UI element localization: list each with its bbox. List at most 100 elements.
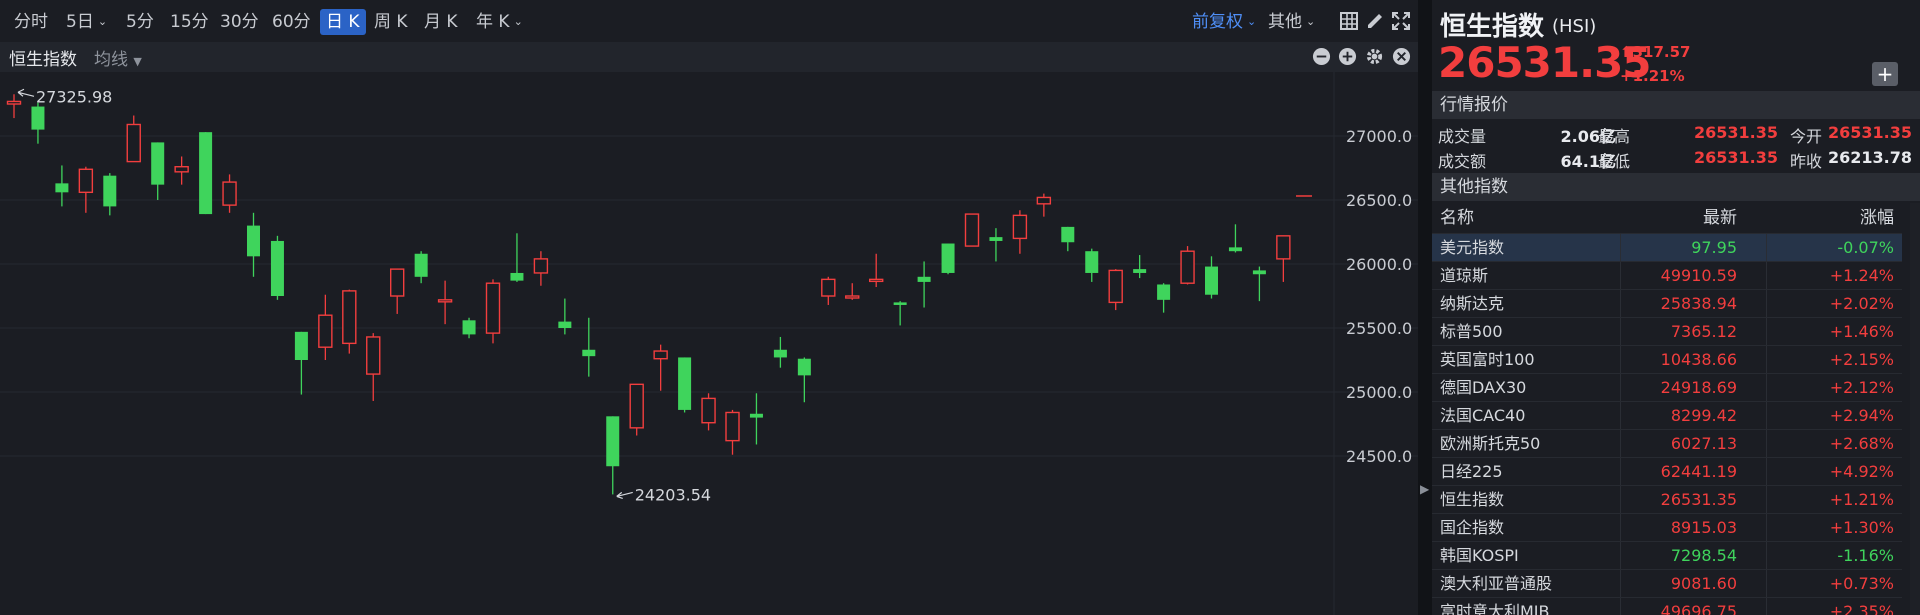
index-row[interactable]: 美元指数 97.95 -0.07% [1432, 233, 1902, 262]
candle [222, 174, 237, 213]
index-row[interactable]: 澳大利亚普通股 9081.60 +0.73% [1432, 569, 1902, 598]
index-row[interactable]: 日经225 62441.19 +4.92% [1432, 457, 1902, 486]
adjust-label: 前复权 [1192, 12, 1243, 32]
zoom-in-icon[interactable] [1338, 47, 1357, 66]
index-row[interactable]: 欧洲斯托克50 6027.13 +2.68% [1432, 429, 1902, 458]
index-name: 美元指数 [1440, 238, 1505, 257]
index-row[interactable]: 法国CAC40 8299.42 +2.94% [1432, 401, 1902, 430]
period-tab[interactable]: 15分 [164, 9, 215, 35]
candle [199, 132, 213, 215]
col-name-header[interactable]: 名称 [1440, 203, 1474, 233]
candle [989, 228, 1003, 262]
index-row[interactable]: 国企指数 8915.03 +1.30% [1432, 513, 1902, 542]
index-last: 97.95 [1691, 238, 1737, 257]
index-row[interactable]: 英国富时100 10438.66 +2.15% [1432, 345, 1902, 374]
zoom-out-icon[interactable] [1312, 47, 1331, 66]
ma-dropdown[interactable]: 均线 ▼ [94, 45, 142, 70]
candle-body [1036, 196, 1052, 205]
other-dropdown[interactable]: 其他 ⌄ [1262, 9, 1321, 35]
candle [318, 294, 333, 360]
index-name: 富时意大利MIB [1440, 602, 1550, 615]
candle-body [222, 181, 237, 206]
period-tab[interactable]: 5分 [120, 9, 160, 35]
candle [414, 251, 428, 284]
candle-body [1133, 269, 1147, 273]
column-divider [1620, 262, 1621, 290]
quote-panel: 恒生指数 (HSI) 26531.35 ⬆317.57 +1.21% + 行情报… [1432, 0, 1920, 615]
index-name: 法国CAC40 [1440, 406, 1526, 425]
col-last-header[interactable]: 最新 [1703, 203, 1737, 233]
candle-body [151, 142, 165, 185]
index-change-pct: -1.16% [1837, 546, 1894, 565]
index-row[interactable]: 纳斯达克 25838.94 +2.02% [1432, 289, 1902, 318]
candle [629, 383, 644, 436]
period-tab-label: 5日 [66, 12, 94, 32]
draw-icon[interactable] [1364, 10, 1386, 32]
index-row[interactable]: 标普500 7365.12 +1.46% [1432, 317, 1902, 346]
index-name: 日经225 [1440, 462, 1503, 481]
grid-icon[interactable] [1338, 10, 1360, 32]
candle [103, 173, 117, 216]
settings-icon[interactable] [1365, 47, 1384, 66]
close-icon[interactable] [1392, 47, 1411, 66]
column-divider [1620, 290, 1621, 318]
candle [1036, 193, 1052, 217]
col-pct-header[interactable]: 涨幅 [1860, 203, 1894, 233]
candle-body [126, 123, 141, 163]
index-row[interactable]: 道琼斯 49910.59 +1.24% [1432, 261, 1902, 290]
candle-body [366, 336, 381, 375]
index-row[interactable]: 德国DAX30 24918.69 +2.12% [1432, 373, 1902, 402]
candle [390, 268, 405, 314]
candle-body [1085, 251, 1099, 273]
panel-splitter[interactable]: ▶ [1418, 0, 1432, 615]
y-tick-label: 25000.0 [1346, 383, 1412, 402]
high-value: 26531.35 [1693, 123, 1778, 142]
other-label: 其他 [1268, 12, 1302, 32]
period-tab-label: 周 K [374, 12, 408, 32]
candle-body [629, 383, 644, 429]
candle-body [390, 268, 405, 297]
index-change-pct: +1.30% [1829, 518, 1894, 537]
candle-body [1157, 284, 1171, 300]
period-tab[interactable]: 月 K [418, 9, 464, 35]
candle-body [1205, 266, 1218, 295]
volume-label: 成交量 [1438, 127, 1487, 146]
adjust-dropdown[interactable]: 前复权 ⌄ [1186, 9, 1262, 35]
index-last: 49910.59 [1660, 266, 1737, 285]
period-tab[interactable]: 60分 [266, 9, 317, 35]
candle [510, 233, 524, 282]
period-tab[interactable]: 周 K [368, 9, 414, 35]
fullscreen-icon[interactable] [1390, 10, 1412, 32]
candle-body [1276, 235, 1291, 260]
index-row[interactable]: 恒生指数 26531.35 +1.21% [1432, 485, 1902, 514]
candle-body [318, 314, 333, 348]
scrollbar[interactable] [1910, 203, 1920, 615]
candle-body [247, 225, 260, 257]
candle-body [510, 272, 524, 281]
candle-body [31, 106, 45, 130]
add-watchlist-button[interactable]: + [1872, 62, 1898, 86]
period-tab[interactable]: 日 K [320, 9, 366, 35]
candle-body [414, 253, 428, 277]
column-divider [1766, 542, 1767, 570]
period-tab[interactable]: 年 K ⌄ [470, 9, 529, 35]
index-rows: 美元指数 97.95 -0.07% 道琼斯 49910.59 +1.24% 纳斯达克 2583… [1432, 233, 1902, 615]
low-label: 最低 [1598, 152, 1631, 171]
column-divider [1766, 570, 1767, 598]
index-row[interactable]: 韩国KOSPI 7298.54 -1.16% [1432, 541, 1902, 570]
candle-body [78, 168, 94, 194]
candle [1108, 269, 1123, 311]
index-last: 8915.03 [1670, 518, 1737, 537]
candle [294, 331, 308, 395]
candle [437, 280, 453, 325]
index-row[interactable]: 富时意大利MIB 49696.75 +2.35% [1432, 597, 1902, 615]
candle [366, 333, 381, 401]
period-tab[interactable]: 5日 ⌄ [60, 9, 113, 35]
candle-body [103, 175, 117, 207]
period-tab[interactable]: 分时 [8, 9, 54, 35]
period-tab-label: 日 K [326, 12, 360, 32]
period-tab[interactable]: 30分 [214, 9, 265, 35]
kline-chart[interactable]: 27000.0 26500.0 26000.0 25500.0 25000.0 24500… [0, 72, 1418, 615]
candle [6, 94, 22, 119]
index-name: 德国DAX30 [1440, 378, 1527, 397]
